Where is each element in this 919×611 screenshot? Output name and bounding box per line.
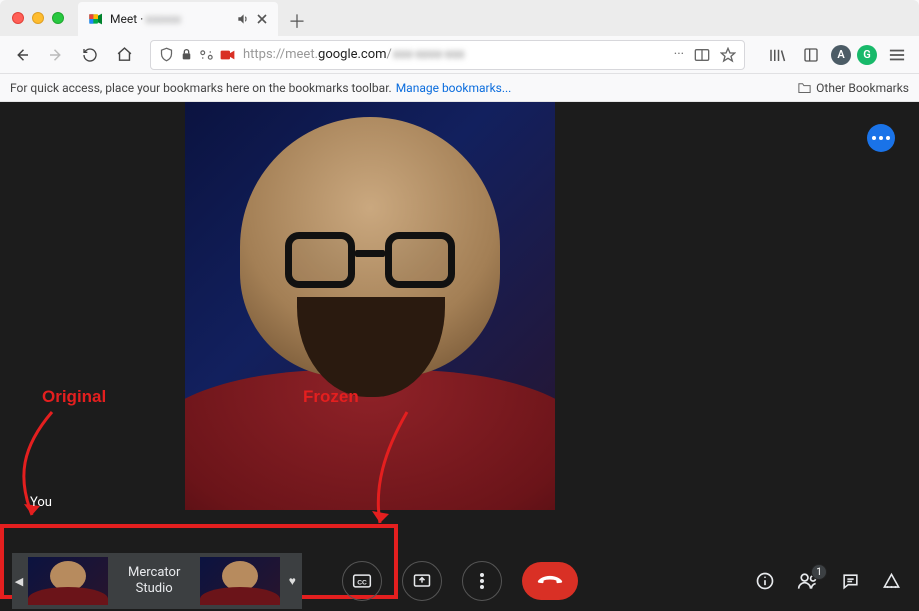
- grammarly-extension-icon[interactable]: G: [857, 45, 877, 65]
- people-panel-button[interactable]: 1: [797, 572, 819, 590]
- meeting-details-button[interactable]: [755, 571, 775, 591]
- zoom-window-button[interactable]: [52, 12, 64, 24]
- activities-panel-button[interactable]: [882, 572, 901, 591]
- camera-indicator-icon[interactable]: [220, 49, 235, 61]
- address-bar[interactable]: https://meet.google.com/xxx-xxxx-xxx ···: [150, 40, 745, 70]
- new-tab-button[interactable]: ＋: [282, 6, 312, 36]
- meet-bottom-bar: ◀ Mercator Studio ♥ CC: [0, 551, 919, 611]
- sidebar-toggle-icon[interactable]: [797, 41, 825, 69]
- folder-icon: [797, 81, 812, 94]
- url-text: https://meet.google.com/xxx-xxxx-xxx: [243, 47, 666, 62]
- captions-button[interactable]: CC: [342, 561, 382, 601]
- bookmark-star-icon[interactable]: [720, 47, 736, 63]
- minimize-window-button[interactable]: [32, 12, 44, 24]
- meet-more-options-button[interactable]: [867, 124, 895, 152]
- self-video-label: You: [30, 495, 52, 510]
- forward-button: [42, 41, 70, 69]
- panel-collapse-left-icon[interactable]: ◀: [12, 553, 26, 609]
- lock-icon[interactable]: [180, 48, 193, 61]
- svg-text:CC: CC: [357, 579, 367, 586]
- chat-panel-button[interactable]: [841, 572, 860, 591]
- home-button[interactable]: [110, 41, 138, 69]
- close-window-button[interactable]: [12, 12, 24, 24]
- more-actions-button[interactable]: [462, 561, 502, 601]
- window-controls: [12, 12, 64, 24]
- reader-mode-icon[interactable]: [694, 48, 710, 62]
- shield-icon[interactable]: [159, 47, 174, 62]
- app-menu-button[interactable]: [883, 41, 911, 69]
- other-bookmarks-button[interactable]: Other Bookmarks: [797, 81, 909, 95]
- annotation-original-label: Original: [42, 387, 106, 407]
- page-actions-icon[interactable]: ···: [674, 47, 684, 62]
- thumbnail-original[interactable]: [28, 557, 108, 605]
- google-meet-icon: [88, 11, 104, 27]
- permissions-indicator-icon[interactable]: [199, 49, 214, 61]
- manage-bookmarks-link[interactable]: Manage bookmarks...: [396, 81, 512, 95]
- tab-title: Meet ·xxxxxx: [110, 12, 183, 26]
- annotation-arrow-frozen: [362, 407, 422, 537]
- present-screen-button[interactable]: [402, 561, 442, 601]
- browser-tab[interactable]: Meet ·xxxxxx: [78, 2, 278, 36]
- participant-count-badge: 1: [811, 564, 827, 580]
- reload-button[interactable]: [76, 41, 104, 69]
- tab-audio-icon[interactable]: [236, 12, 250, 26]
- bookmarks-hint-text: For quick access, place your bookmarks h…: [10, 81, 392, 95]
- bookmarks-bar: For quick access, place your bookmarks h…: [0, 74, 919, 102]
- panel-favorite-icon[interactable]: ♥: [282, 553, 302, 609]
- back-button[interactable]: [8, 41, 36, 69]
- browser-toolbar: https://meet.google.com/xxx-xxxx-xxx ···…: [0, 36, 919, 74]
- mercator-studio-label: Mercator Studio: [110, 565, 198, 596]
- tab-close-button[interactable]: [256, 13, 268, 25]
- window-titlebar: Meet ·xxxxxx ＋: [0, 0, 919, 36]
- call-controls: CC: [342, 561, 578, 601]
- thumbnail-frozen[interactable]: [200, 557, 280, 605]
- mercator-studio-panel[interactable]: ◀ Mercator Studio ♥: [12, 553, 302, 609]
- leave-call-button[interactable]: [522, 562, 578, 600]
- meet-info-panel-controls: 1: [755, 571, 901, 591]
- other-bookmarks-label: Other Bookmarks: [816, 81, 909, 95]
- library-icon[interactable]: [763, 41, 791, 69]
- meet-viewport: Original Frozen You ◀ Mercator Studio: [0, 102, 919, 611]
- annotation-frozen-label: Frozen: [303, 387, 359, 407]
- account-button[interactable]: A: [831, 45, 851, 65]
